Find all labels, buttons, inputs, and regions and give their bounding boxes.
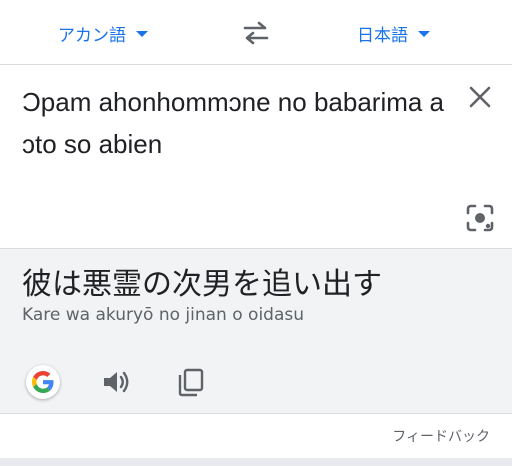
source-text[interactable]: Ɔpam ahonhommɔne no babarima a ɔto so ab… <box>22 81 452 165</box>
camera-lens-icon[interactable] <box>464 202 496 234</box>
chevron-down-icon <box>418 31 430 37</box>
translation-text: 彼は悪霊の次男を追い出す <box>22 267 382 302</box>
speaker-icon[interactable] <box>100 366 132 398</box>
google-logo-icon[interactable] <box>26 365 60 399</box>
source-language-selector[interactable]: アカン語 <box>58 20 148 46</box>
copy-icon[interactable] <box>175 366 207 398</box>
translation-result-area: 彼は悪霊の次男を追い出す Kare wa akuryō no jinan o o… <box>0 248 512 413</box>
close-icon[interactable] <box>466 83 494 111</box>
source-input-area[interactable]: Ɔpam ahonhommɔne no babarima a ɔto so ab… <box>0 65 512 248</box>
swap-arrows-icon[interactable] <box>239 18 273 48</box>
target-language-label: 日本語 <box>357 25 408 46</box>
language-bar: アカン語 日本語 <box>0 0 512 65</box>
target-language-selector[interactable]: 日本語 <box>357 20 430 46</box>
romanization-text: Kare wa akuryō no jinan o oidasu <box>22 305 305 325</box>
feedback-link[interactable]: フィードバック <box>392 426 490 446</box>
feedback-row: フィードバック <box>0 413 512 459</box>
source-language-label: アカン語 <box>58 25 126 46</box>
chevron-down-icon <box>136 31 148 37</box>
bottom-divider <box>0 458 512 466</box>
